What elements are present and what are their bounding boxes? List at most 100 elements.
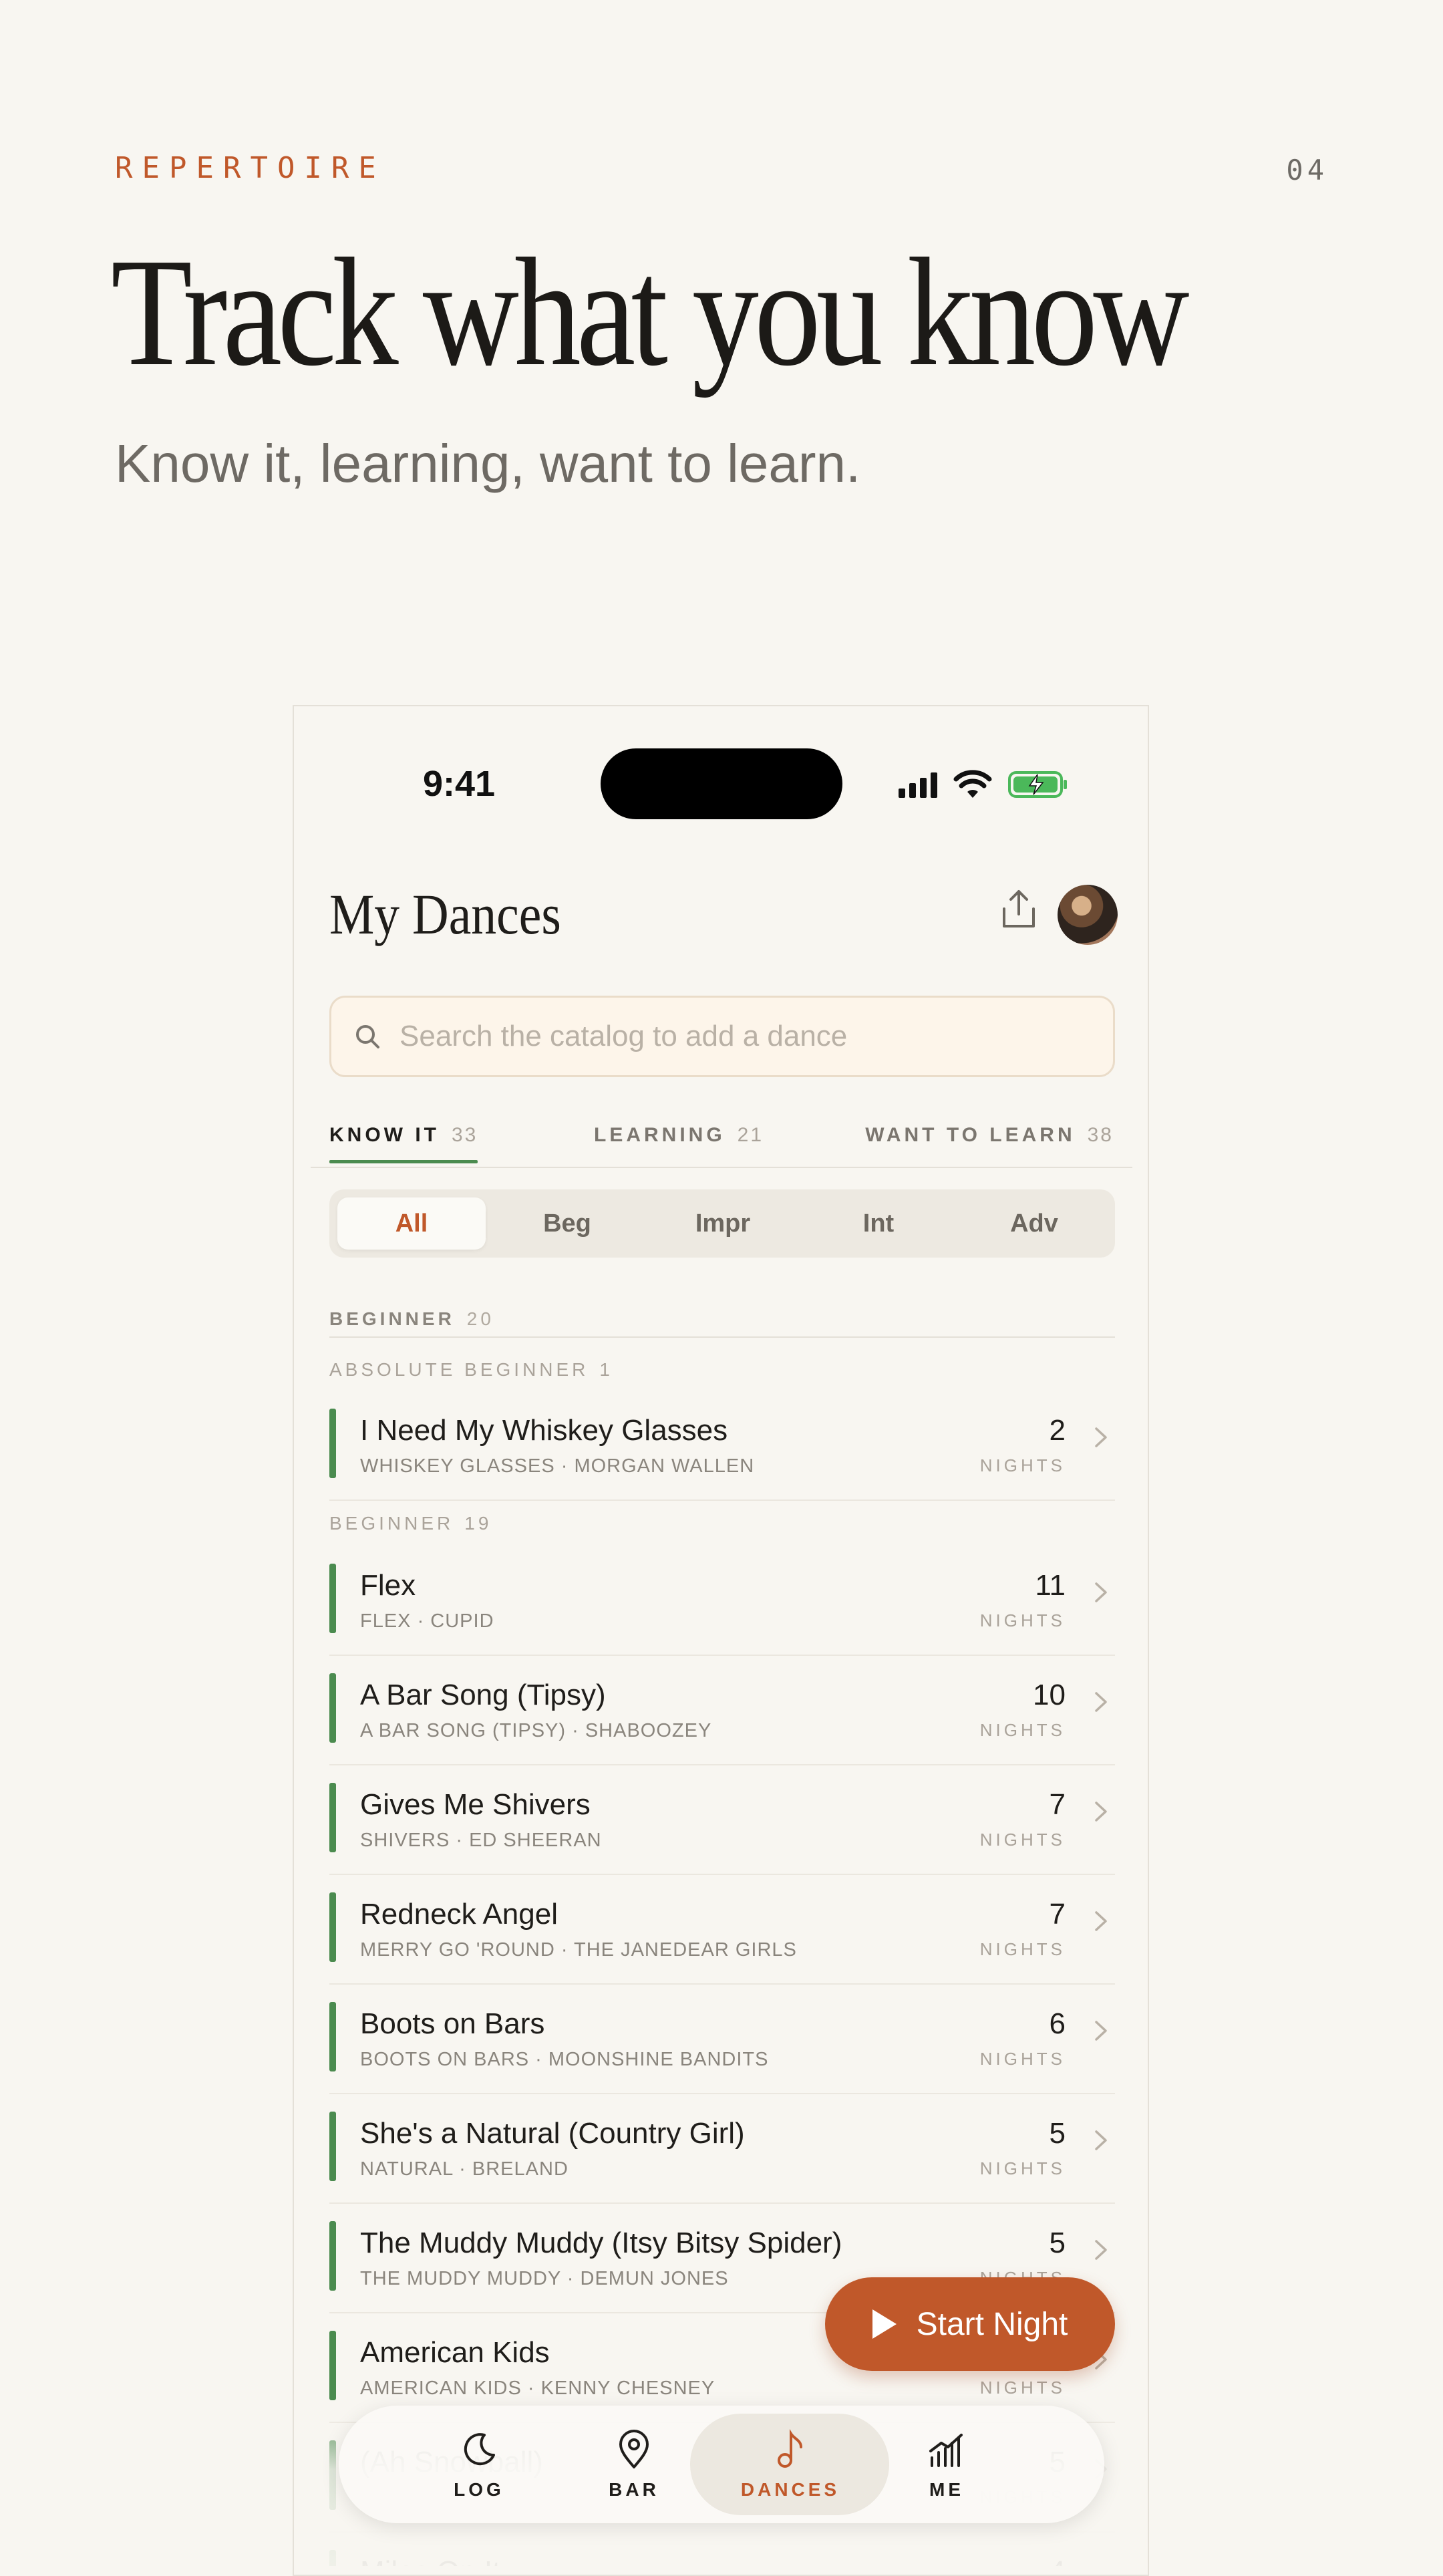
nights-label: NIGHTS (979, 2049, 1066, 2069)
chevron-right-icon (1095, 2240, 1107, 2260)
nights-count: 11 (1035, 1569, 1066, 1602)
status-bar: 9:41 (311, 722, 1132, 822)
filter-improver[interactable]: Impr (649, 1197, 797, 1250)
dance-song-artist: NATURAL · BRELAND (360, 2158, 569, 2180)
status-indicator (329, 1564, 336, 1633)
level-filter: All Beg Impr Int Adv (329, 1189, 1115, 1258)
status-indicator (329, 2112, 336, 2181)
dance-row[interactable]: A Bar Song (Tipsy) A BAR SONG (TIPSY) · S… (329, 1655, 1115, 1765)
dance-song-artist: AMERICAN KIDS · KENNY CHESNEY (360, 2378, 715, 2399)
tab-label: KNOW IT (329, 1124, 440, 1146)
chevron-right-icon (1095, 1802, 1107, 1822)
status-indicator (329, 1409, 336, 1478)
nav-me[interactable]: ME (887, 2406, 1007, 2523)
cellular-signal-icon (899, 772, 937, 798)
dance-row[interactable]: She's a Natural (Country Girl) NATURAL · … (329, 2093, 1115, 2204)
tab-want-to-learn[interactable]: WANT TO LEARN 38 (865, 1124, 1114, 1147)
nights-count: 5 (1049, 2117, 1066, 2150)
dance-row[interactable]: Flex FLEX · CUPID 11 NIGHTS (329, 1545, 1115, 1656)
wifi-icon (953, 770, 992, 798)
dance-song-artist: BOOTS ON BARS · MOONSHINE BANDITS (360, 2049, 769, 2070)
chevron-right-icon (1095, 1692, 1107, 1712)
status-indicator (329, 1892, 336, 1962)
search-placeholder: Search the catalog to add a dance (399, 1020, 848, 1052)
dance-song-artist: MERRY GO 'ROUND · THE JANEDEAR GIRLS (360, 1939, 797, 1961)
nights-count: 7 (1049, 1788, 1066, 1821)
dynamic-island (601, 748, 842, 819)
music-note-icon (778, 2429, 802, 2468)
nights-count: 10 (1033, 1679, 1066, 1711)
group-header: BEGINNER 20 (329, 1308, 494, 1330)
tab-count: 38 (1087, 1124, 1114, 1146)
tab-label: WANT TO LEARN (865, 1124, 1076, 1146)
phone-screen: 9:41 My Dances Search the catalog to add… (311, 722, 1132, 2566)
nights-label: NIGHTS (979, 1830, 1066, 1850)
chevron-right-icon (1095, 2021, 1107, 2041)
nights-count: 2 (1049, 1414, 1066, 1447)
start-night-label: Start Night (916, 2306, 1068, 2342)
nav-dances[interactable]: DANCES (730, 2406, 850, 2523)
tab-learning[interactable]: LEARNING 21 (594, 1124, 764, 1147)
dance-song-artist: THE MUDDY MUDDY · DEMUN JONES (360, 2268, 729, 2289)
nights-label: NIGHTS (979, 1939, 1066, 1959)
moon-icon (464, 2433, 495, 2466)
nav-label: LOG (454, 2479, 504, 2500)
nav-log[interactable]: LOG (419, 2406, 539, 2523)
dance-song-artist: WHISKEY GLASSES · MORGAN WALLEN (360, 1455, 755, 1477)
dance-song-artist: A BAR SONG (TIPSY) · SHABOOZEY (360, 1720, 712, 1741)
divider (329, 1336, 1115, 1338)
dance-row[interactable]: Boots on Bars BOOTS ON BARS · MOONSHINE B… (329, 1983, 1115, 2094)
filter-intermediate[interactable]: Int (804, 1197, 953, 1250)
subgroup-label: ABSOLUTE BEGINNER (329, 1359, 589, 1380)
nights-count: 6 (1049, 2007, 1066, 2040)
status-tabs: KNOW IT 33 LEARNING 21 WANT TO LEARN 38 (311, 1109, 1132, 1168)
dance-song-artist: FLEX · CUPID (360, 1610, 494, 1632)
share-icon[interactable] (1000, 889, 1037, 930)
battery-charging-icon (1008, 771, 1067, 798)
dance-row[interactable]: Redneck Angel MERRY GO 'ROUND · THE JANED… (329, 1874, 1115, 1985)
dance-name: American Kids (360, 2336, 550, 2369)
nights-label: NIGHTS (979, 1720, 1066, 1740)
status-time: 9:41 (423, 764, 496, 804)
status-indicator (329, 2221, 336, 2291)
bottom-nav: LOG BAR DANCES ME (339, 2406, 1104, 2523)
search-icon (356, 1025, 379, 1048)
nights-label: NIGHTS (979, 2158, 1066, 2178)
dance-song-artist: SHIVERS · ED SHEERAN (360, 1830, 602, 1851)
dance-name: I Need My Whiskey Glasses (360, 1414, 728, 1447)
subgroup-label: BEGINNER (329, 1513, 454, 1534)
nights-label: NIGHTS (979, 2378, 1066, 2398)
subgroup-count: 19 (464, 1513, 492, 1534)
tab-count: 21 (737, 1124, 764, 1146)
chevron-right-icon (1095, 1911, 1107, 1931)
dance-row[interactable]: Gives Me Shivers SHIVERS · ED SHEERAN 7 NIG… (329, 1764, 1115, 1875)
subgroup-count: 1 (599, 1359, 613, 1380)
nights-count: 7 (1049, 1898, 1066, 1930)
dance-row[interactable]: I Need My Whiskey Glasses WHISKEY GLASSES… (329, 1390, 1115, 1501)
dance-name: Boots on Bars (360, 2007, 545, 2040)
nights-label: NIGHTS (979, 1455, 1066, 1475)
screen-title: My Dances (329, 882, 561, 946)
tab-know-it[interactable]: KNOW IT 33 (329, 1124, 478, 1147)
search-input[interactable]: Search the catalog to add a dance (329, 996, 1115, 1077)
group-label: BEGINNER (329, 1308, 455, 1329)
filter-all[interactable]: All (337, 1197, 486, 1250)
start-night-button[interactable]: Start Night (825, 2277, 1115, 2371)
active-tab-indicator (329, 1160, 478, 1163)
dance-name: Gives Me Shivers (360, 1788, 591, 1821)
nav-bar[interactable]: BAR (574, 2406, 694, 2523)
nights-label: NIGHTS (979, 1610, 1066, 1630)
chevron-right-icon (1095, 1427, 1107, 1447)
dance-name: Flex (360, 1569, 416, 1602)
page-number: 04 (1286, 154, 1328, 186)
subgroup-header: ABSOLUTE BEGINNER 1 (329, 1359, 613, 1381)
filter-advanced[interactable]: Adv (960, 1197, 1108, 1250)
chevron-right-icon (1095, 1582, 1107, 1602)
filter-beginner[interactable]: Beg (493, 1197, 641, 1250)
avatar[interactable] (1058, 885, 1118, 945)
status-indicator (329, 1783, 336, 1852)
nav-label: DANCES (740, 2479, 840, 2500)
map-pin-icon (619, 2430, 649, 2468)
status-indicator (329, 1673, 336, 1743)
subheadline: Know it, learning, want to learn. (115, 434, 861, 493)
